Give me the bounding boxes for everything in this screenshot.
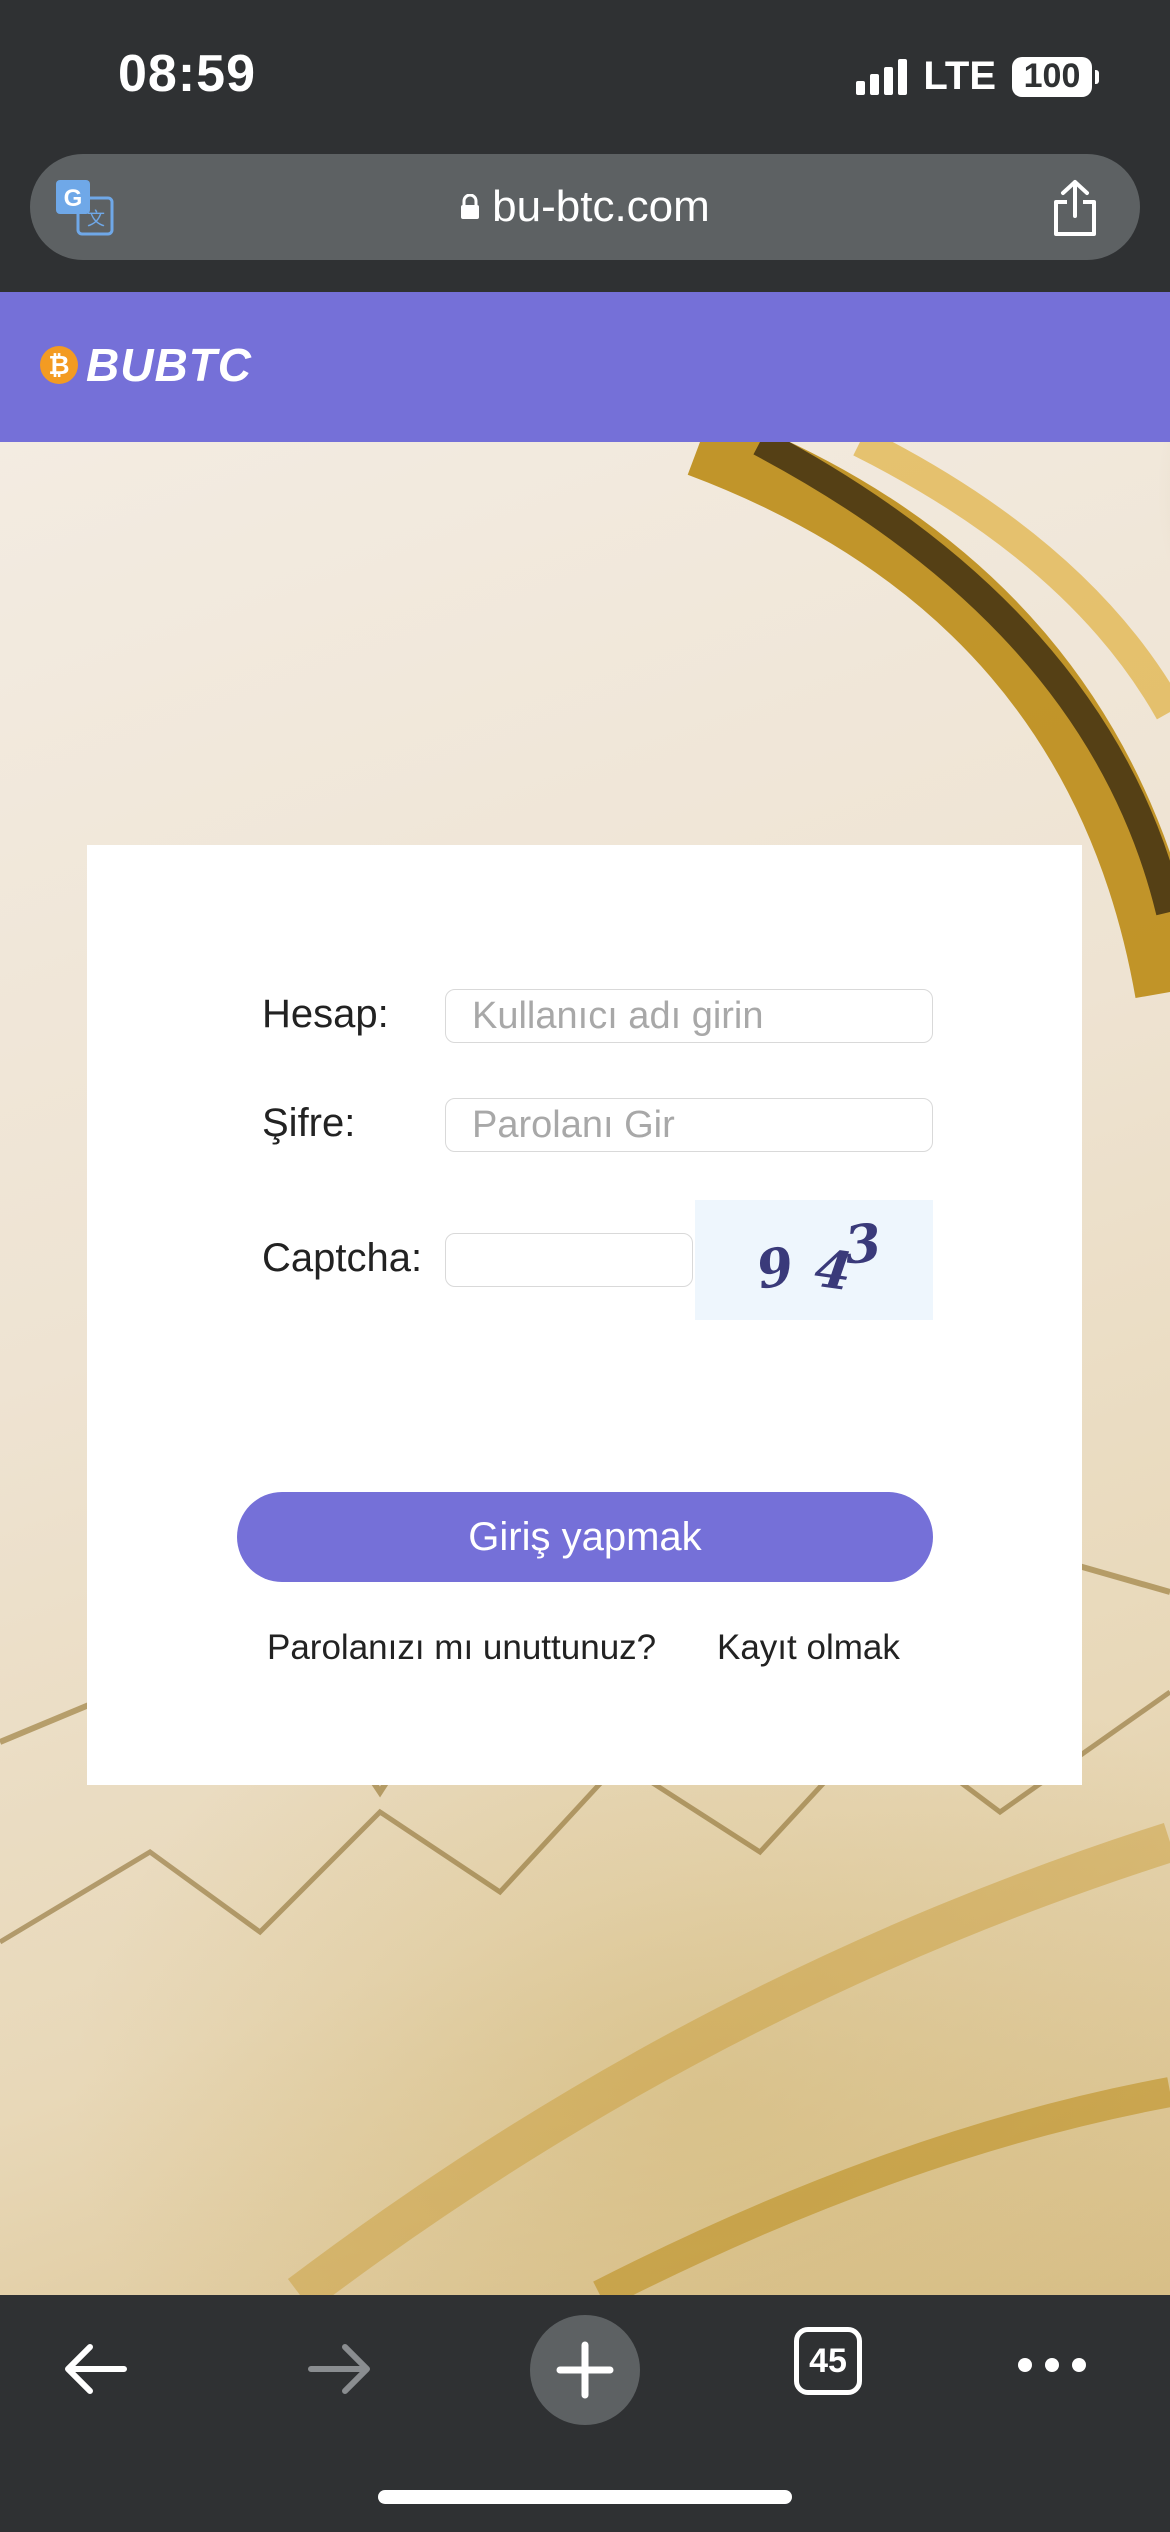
address-bar[interactable]: G 文 bu-btc.com (30, 154, 1140, 260)
lock-icon (461, 194, 480, 219)
web-page: ₿ BUBTC Hesap: Şifre: Captcha: 9 4 3 Gir… (0, 292, 1170, 2295)
plus-icon (556, 2341, 614, 2399)
battery-icon: 100 (1012, 56, 1099, 97)
account-input[interactable] (445, 989, 933, 1043)
captcha-digit: 3 (841, 1212, 885, 1277)
account-label: Hesap: (262, 992, 389, 1036)
captcha-input[interactable] (445, 1233, 693, 1287)
network-type: LTE (923, 54, 996, 98)
captcha-label: Captcha: (262, 1236, 423, 1280)
register-link[interactable]: Kayıt olmak (717, 1628, 900, 1668)
url-display[interactable]: bu-btc.com (30, 154, 1140, 260)
captcha-digit: 9 (751, 1235, 799, 1302)
back-arrow-icon[interactable] (60, 2339, 130, 2399)
tabs-icon[interactable]: 45 (794, 2327, 862, 2395)
site-logo[interactable]: ₿ BUBTC (40, 338, 252, 392)
forgot-password-link[interactable]: Parolanızı mı unuttunuz? (267, 1628, 656, 1668)
share-icon[interactable] (1050, 178, 1100, 238)
status-bar: 08:59 LTE 100 (0, 0, 1170, 150)
site-header: ₿ BUBTC (0, 292, 1170, 442)
status-time: 08:59 (118, 45, 256, 103)
new-tab-button[interactable] (530, 2315, 640, 2425)
bitcoin-icon: ₿ (40, 346, 78, 384)
password-label: Şifre: (262, 1101, 356, 1145)
captcha-image[interactable]: 9 4 3 (695, 1200, 933, 1320)
more-icon[interactable] (1015, 2355, 1089, 2375)
login-button[interactable]: Giriş yapmak (237, 1492, 933, 1582)
url-text: bu-btc.com (492, 182, 710, 231)
password-input[interactable] (445, 1098, 933, 1152)
forward-arrow-icon[interactable] (305, 2339, 375, 2399)
signal-icon (856, 58, 908, 95)
home-indicator[interactable] (378, 2490, 792, 2504)
logo-text: BUBTC (86, 339, 252, 391)
login-card: Hesap: Şifre: Captcha: 9 4 3 Giriş yapma… (87, 845, 1082, 1785)
status-indicators: LTE 100 (856, 54, 1099, 99)
